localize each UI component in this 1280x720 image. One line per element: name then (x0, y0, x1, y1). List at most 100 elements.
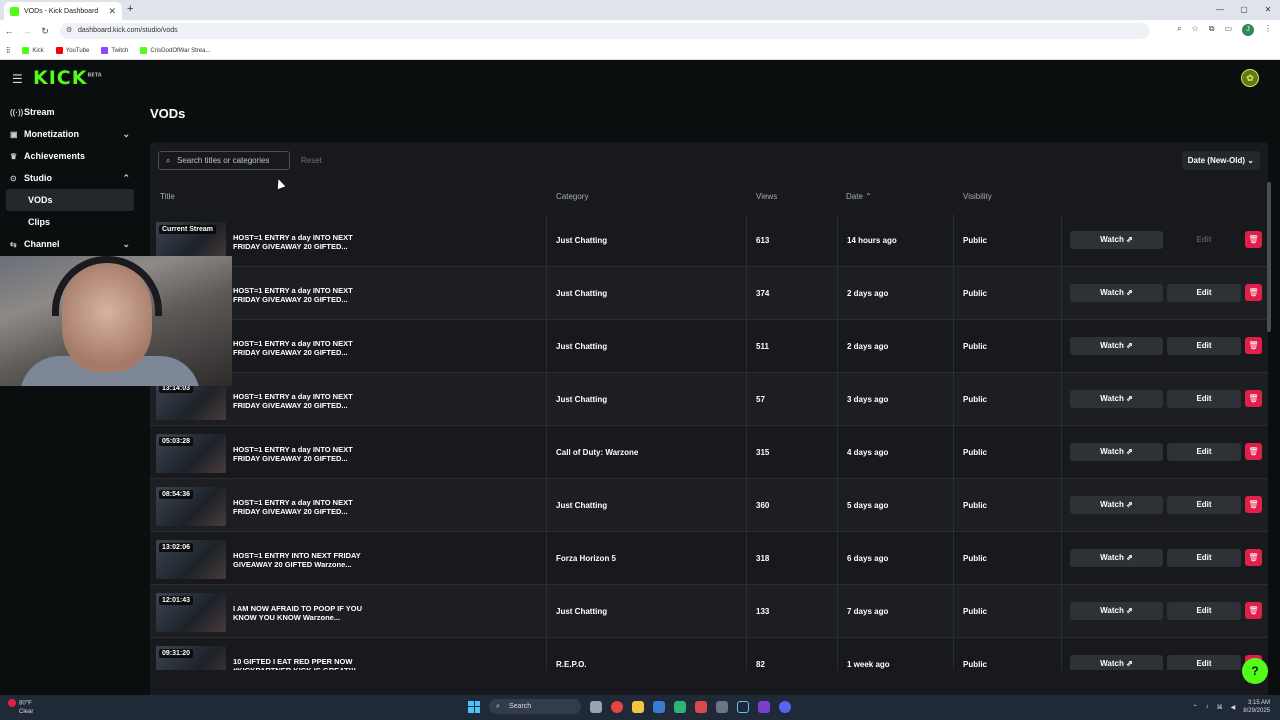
edit-button[interactable]: Edit (1167, 390, 1241, 408)
minimize-icon[interactable]: — (1208, 0, 1232, 20)
search-input[interactable]: ⌕ Search titles or categories (158, 151, 290, 170)
bookmark-crisgodofwar[interactable]: CrisGodOfWar Strea... (140, 47, 210, 54)
edit-button[interactable]: Edit (1167, 443, 1241, 461)
steam-icon[interactable] (737, 700, 749, 713)
watch-button[interactable]: Watch ⇗ (1070, 549, 1163, 567)
weather-widget[interactable]: 80°F Clear (8, 699, 33, 716)
sidebar-item-channel[interactable]: ⇆ Channel ⌄ (6, 233, 134, 255)
sidebar-item-monetization[interactable]: ▣ Monetization ⌄ (6, 123, 134, 145)
vod-thumbnail[interactable]: 12:01:43 (156, 593, 226, 632)
column-divider (953, 426, 954, 479)
volume-icon[interactable]: ◀ (1231, 704, 1236, 711)
column-header-views[interactable]: Views (756, 192, 777, 201)
column-divider (746, 320, 747, 373)
vod-thumbnail[interactable]: 05:03:28 (156, 434, 226, 473)
delete-button[interactable]: 🗑 (1245, 549, 1262, 566)
broadcast-icon: ((·)) (10, 107, 24, 117)
watch-button[interactable]: Watch ⇗ (1070, 390, 1163, 408)
profile-avatar[interactable]: J (1242, 24, 1254, 36)
vod-thumbnail[interactable]: 13:02:06 (156, 540, 226, 579)
browser-tab[interactable]: VODs - Kick Dashboard ✕ (4, 2, 122, 20)
edit-button[interactable]: Edit (1167, 337, 1241, 355)
vod-category: Just Chatting (556, 395, 608, 404)
table-row: 13:02:06 HOST=1 ENTRY INTO NEXT FRIDAY GI… (150, 532, 1268, 585)
bookmark-star-icon[interactable]: ☆ (1192, 24, 1199, 36)
file-explorer-icon[interactable] (632, 700, 644, 713)
delete-button[interactable]: 🗑 (1245, 443, 1262, 460)
edit-button[interactable]: Edit (1167, 549, 1241, 567)
sidebar-item-studio[interactable]: ⊙ Studio ⌃ (6, 167, 134, 189)
reload-icon[interactable]: ↻ (36, 26, 54, 37)
extensions-icon[interactable]: ⧉ (1209, 24, 1215, 36)
hamburger-menu-icon[interactable]: ☰ (12, 72, 23, 86)
delete-button[interactable]: 🗑 (1245, 496, 1262, 513)
column-header-date[interactable]: Date ⌃ (846, 192, 872, 201)
forward-icon[interactable]: → (18, 26, 36, 36)
app-icon[interactable] (674, 700, 686, 713)
table-row: 05:03:28 HOST=1 ENTRY a day INTO NEXT FRI… (150, 426, 1268, 479)
sort-dropdown[interactable]: Date (New-Old) ⌄ (1181, 151, 1260, 170)
delete-button[interactable]: 🗑 (1245, 337, 1262, 354)
sidebar-item-vods[interactable]: VODs (6, 189, 134, 211)
edit-button[interactable]: Edit (1167, 496, 1241, 514)
scrollbar[interactable] (1267, 182, 1271, 332)
delete-button[interactable]: 🗑 (1245, 231, 1262, 248)
reset-button[interactable]: Reset (301, 156, 322, 165)
kick-logo[interactable]: KICKBETA (33, 67, 102, 89)
url-field[interactable]: ⚙ dashboard.kick.com/studio/vods (60, 23, 1150, 39)
site-info-icon[interactable]: ⚙ (66, 23, 72, 39)
system-clock[interactable]: 3:15 AM 8/29/2025 (1243, 699, 1270, 715)
chrome-icon[interactable] (611, 700, 623, 713)
sidebar-item-stream[interactable]: ((·)) Stream (6, 101, 134, 123)
column-header-title[interactable]: Title (160, 192, 175, 201)
trash-icon: 🗑 (1248, 500, 1259, 509)
column-divider (746, 373, 747, 426)
apps-grid-icon[interactable]: ⣿ (6, 47, 10, 54)
sidebar-item-achievements[interactable]: ♛ Achievements (6, 145, 134, 167)
watch-button[interactable]: Watch ⇗ (1070, 284, 1163, 302)
windows-start-icon[interactable] (468, 700, 480, 713)
edit-button[interactable]: Edit (1167, 655, 1241, 670)
network-icon[interactable]: ⌘ (1217, 704, 1223, 711)
edit-button[interactable]: Edit (1167, 284, 1241, 302)
support-chat-button[interactable]: ? (1242, 658, 1268, 684)
watch-button[interactable]: Watch ⇗ (1070, 602, 1163, 620)
new-tab-button[interactable]: + (127, 3, 133, 15)
chevron-up-icon[interactable]: ⌃ (1193, 704, 1198, 711)
column-header-category[interactable]: Category (556, 192, 588, 201)
watch-button[interactable]: Watch ⇗ (1070, 231, 1163, 249)
bookmark-kick[interactable]: Kick (22, 47, 44, 54)
maximize-icon[interactable]: ▢ (1232, 0, 1256, 20)
watch-button[interactable]: Watch ⇗ (1070, 337, 1163, 355)
close-window-icon[interactable]: ✕ (1256, 0, 1280, 20)
app-icon[interactable] (758, 700, 770, 713)
bookmark-youtube[interactable]: YouTube (55, 47, 89, 54)
bookmark-twitch[interactable]: Twitch (101, 47, 128, 54)
money-icon: ▣ (10, 129, 18, 139)
discord-icon[interactable] (779, 700, 791, 713)
taskbar-search[interactable]: ⌕ Search (489, 699, 581, 714)
watch-button[interactable]: Watch ⇗ (1070, 443, 1163, 461)
user-avatar[interactable]: ✿ (1241, 69, 1259, 87)
task-view-icon[interactable] (590, 700, 602, 713)
vod-thumbnail[interactable]: 09:31:20 (156, 646, 226, 670)
edit-button[interactable]: Edit (1167, 602, 1241, 620)
app-icon[interactable] (695, 700, 707, 713)
delete-button[interactable]: 🗑 (1245, 602, 1262, 619)
browser-menu-icon[interactable]: ⋮ (1264, 24, 1272, 36)
sidebar-item-clips[interactable]: Clips (6, 211, 134, 233)
sidepanel-icon[interactable]: ▭ (1224, 24, 1232, 36)
app-icon[interactable] (653, 700, 665, 713)
back-icon[interactable]: ← (0, 26, 18, 36)
vod-thumbnail[interactable]: 13:14:03 (156, 381, 226, 420)
delete-button[interactable]: 🗑 (1245, 284, 1262, 301)
zoom-icon[interactable]: ⌕ (1177, 24, 1181, 36)
watch-button[interactable]: Watch ⇗ (1070, 496, 1163, 514)
watch-button[interactable]: Watch ⇗ (1070, 655, 1163, 670)
microphone-icon[interactable]: ♪ (1206, 704, 1209, 710)
delete-button[interactable]: 🗑 (1245, 390, 1262, 407)
tab-close-icon[interactable]: ✕ (108, 6, 116, 17)
column-header-visibility[interactable]: Visibility (963, 192, 992, 201)
calculator-icon[interactable] (716, 700, 728, 713)
vod-thumbnail[interactable]: 08:54:36 (156, 487, 226, 526)
